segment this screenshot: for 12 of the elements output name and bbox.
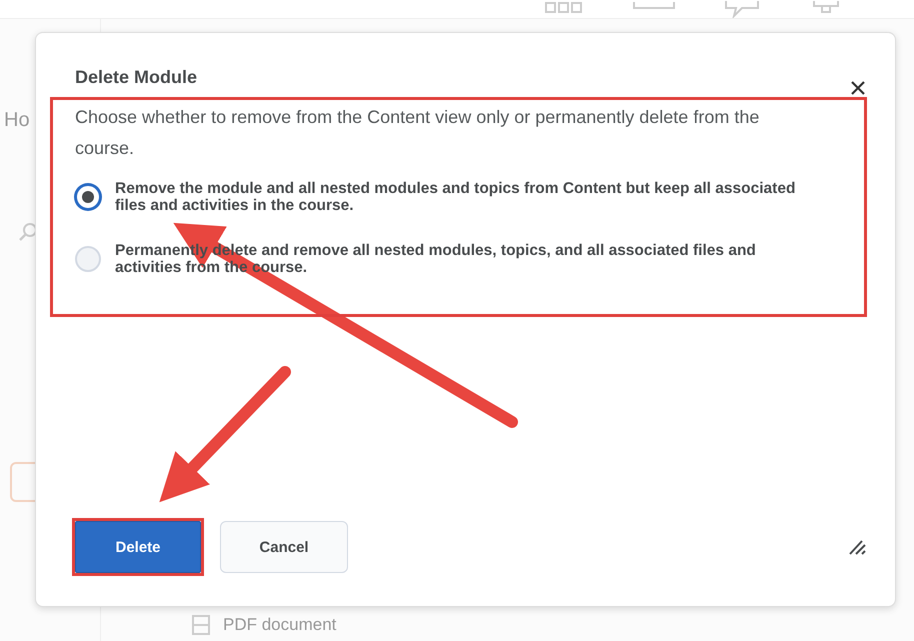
dialog-title: Delete Module — [75, 67, 198, 88]
dialog-description: Choose whether to remove from the Content view only or permanently delete from the course. — [75, 106, 760, 160]
resize-grip-icon[interactable] — [849, 539, 867, 555]
delete-button[interactable]: Delete — [75, 521, 201, 573]
close-button[interactable] — [849, 79, 867, 97]
radio-button[interactable] — [75, 184, 101, 210]
option-label[interactable]: Remove the module and all nested modules and topics from Content but keep all associated files and activities in the course. — [115, 180, 815, 214]
grid-icon[interactable] — [544, 0, 584, 14]
chat-icon[interactable] — [724, 0, 760, 18]
search-icon[interactable] — [18, 222, 38, 242]
document-icon — [191, 614, 211, 636]
cancel-button[interactable]: Cancel — [220, 521, 348, 573]
